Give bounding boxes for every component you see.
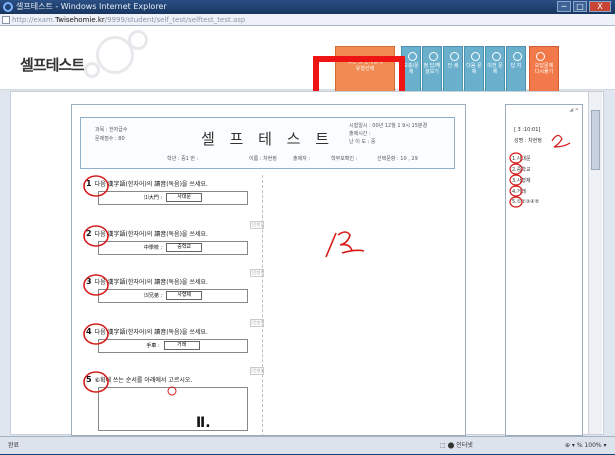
- stroke-glyph: Ⅱ.: [196, 415, 211, 431]
- window-title: 셀프테스트 - Windows Internet Explorer: [16, 2, 167, 11]
- circle-mark: [509, 185, 523, 197]
- circle-mark: [509, 163, 523, 175]
- test-paper: 과목 : 한자급수 문제점수 : 80 셀 프 테 스 트 시험일시 : 00년…: [71, 104, 466, 436]
- handwriting-layer: Ⅱ.: [83, 175, 365, 431]
- address-bar[interactable]: http://exam.Twisehomie.kr/9999/student/s…: [0, 14, 615, 26]
- zoom-control[interactable]: ⊕ ▾ % 100% ▾: [565, 437, 607, 455]
- answer-side-panel: ◢ ✕ [ 3 :10:01] 성명 : 차현정 1.사대문 2.중학교 3.사…: [505, 104, 583, 436]
- circle-mark: [83, 175, 109, 197]
- print-button[interactable]: 인 쇄: [443, 46, 463, 92]
- minimize-button[interactable]: ─: [557, 1, 571, 12]
- circle-mark: [509, 196, 523, 208]
- circle-mark: [83, 371, 109, 393]
- ie-icon: [3, 2, 13, 12]
- score-scribble: [551, 134, 571, 148]
- circle-mark: [83, 225, 109, 247]
- answer-sheet-button[interactable]: 답 지: [506, 46, 526, 92]
- app-header: 셀프테스트 최신 및 문제출제 유형선택 보충/문제 정 답/해설보기 인 쇄 …: [0, 26, 615, 98]
- app-logo: 셀프테스트: [20, 56, 85, 74]
- maximize-button[interactable]: □: [573, 1, 587, 12]
- next-question-button[interactable]: 다음 문제: [464, 46, 484, 92]
- zone-indicator: ⬚ ⬤ 인터넷: [440, 442, 473, 449]
- window-titlebar: 셀프테스트 - Windows Internet Explorer ─ □ X: [0, 0, 615, 14]
- status-bar: 완료 ⬚ ⬤ 인터넷 ⊕ ▾ % 100% ▾: [0, 436, 615, 454]
- scrollbar-thumb[interactable]: [591, 110, 600, 170]
- circle-mark: [83, 274, 109, 296]
- circle-mark: [509, 152, 523, 164]
- address-path: /9999/student/self_test/selftest_test.as…: [104, 16, 246, 24]
- small-circle-mark: [167, 386, 177, 396]
- content-area: 과목 : 한자급수 문제점수 : 80 셀 프 테 스 트 시험일시 : 00년…: [10, 91, 604, 436]
- close-button[interactable]: X: [589, 1, 611, 12]
- page-icon: [2, 16, 10, 24]
- side-handwriting: [509, 134, 571, 208]
- decorative-circle: [84, 62, 100, 78]
- vertical-scrollbar[interactable]: [588, 92, 602, 434]
- status-text: 완료: [8, 442, 20, 449]
- button-label: 다시풀기: [534, 69, 554, 75]
- address-prefix: http://exam.: [12, 16, 56, 24]
- answer-explanation-button[interactable]: 정 답/해설보기: [422, 46, 442, 92]
- address-domain: Twisehomie.kr: [55, 16, 105, 24]
- circle-mark: [509, 174, 523, 186]
- prev-question-button[interactable]: 이전 문제: [485, 46, 505, 92]
- circle-mark: [83, 323, 109, 345]
- decorative-circle: [128, 30, 148, 50]
- retry-wrong-button[interactable]: 오답문제 다시풀기: [529, 46, 559, 92]
- browser-window: 셀프테스트 - Windows Internet Explorer ─ □ X …: [0, 0, 615, 454]
- score-100-scribble: [325, 231, 365, 258]
